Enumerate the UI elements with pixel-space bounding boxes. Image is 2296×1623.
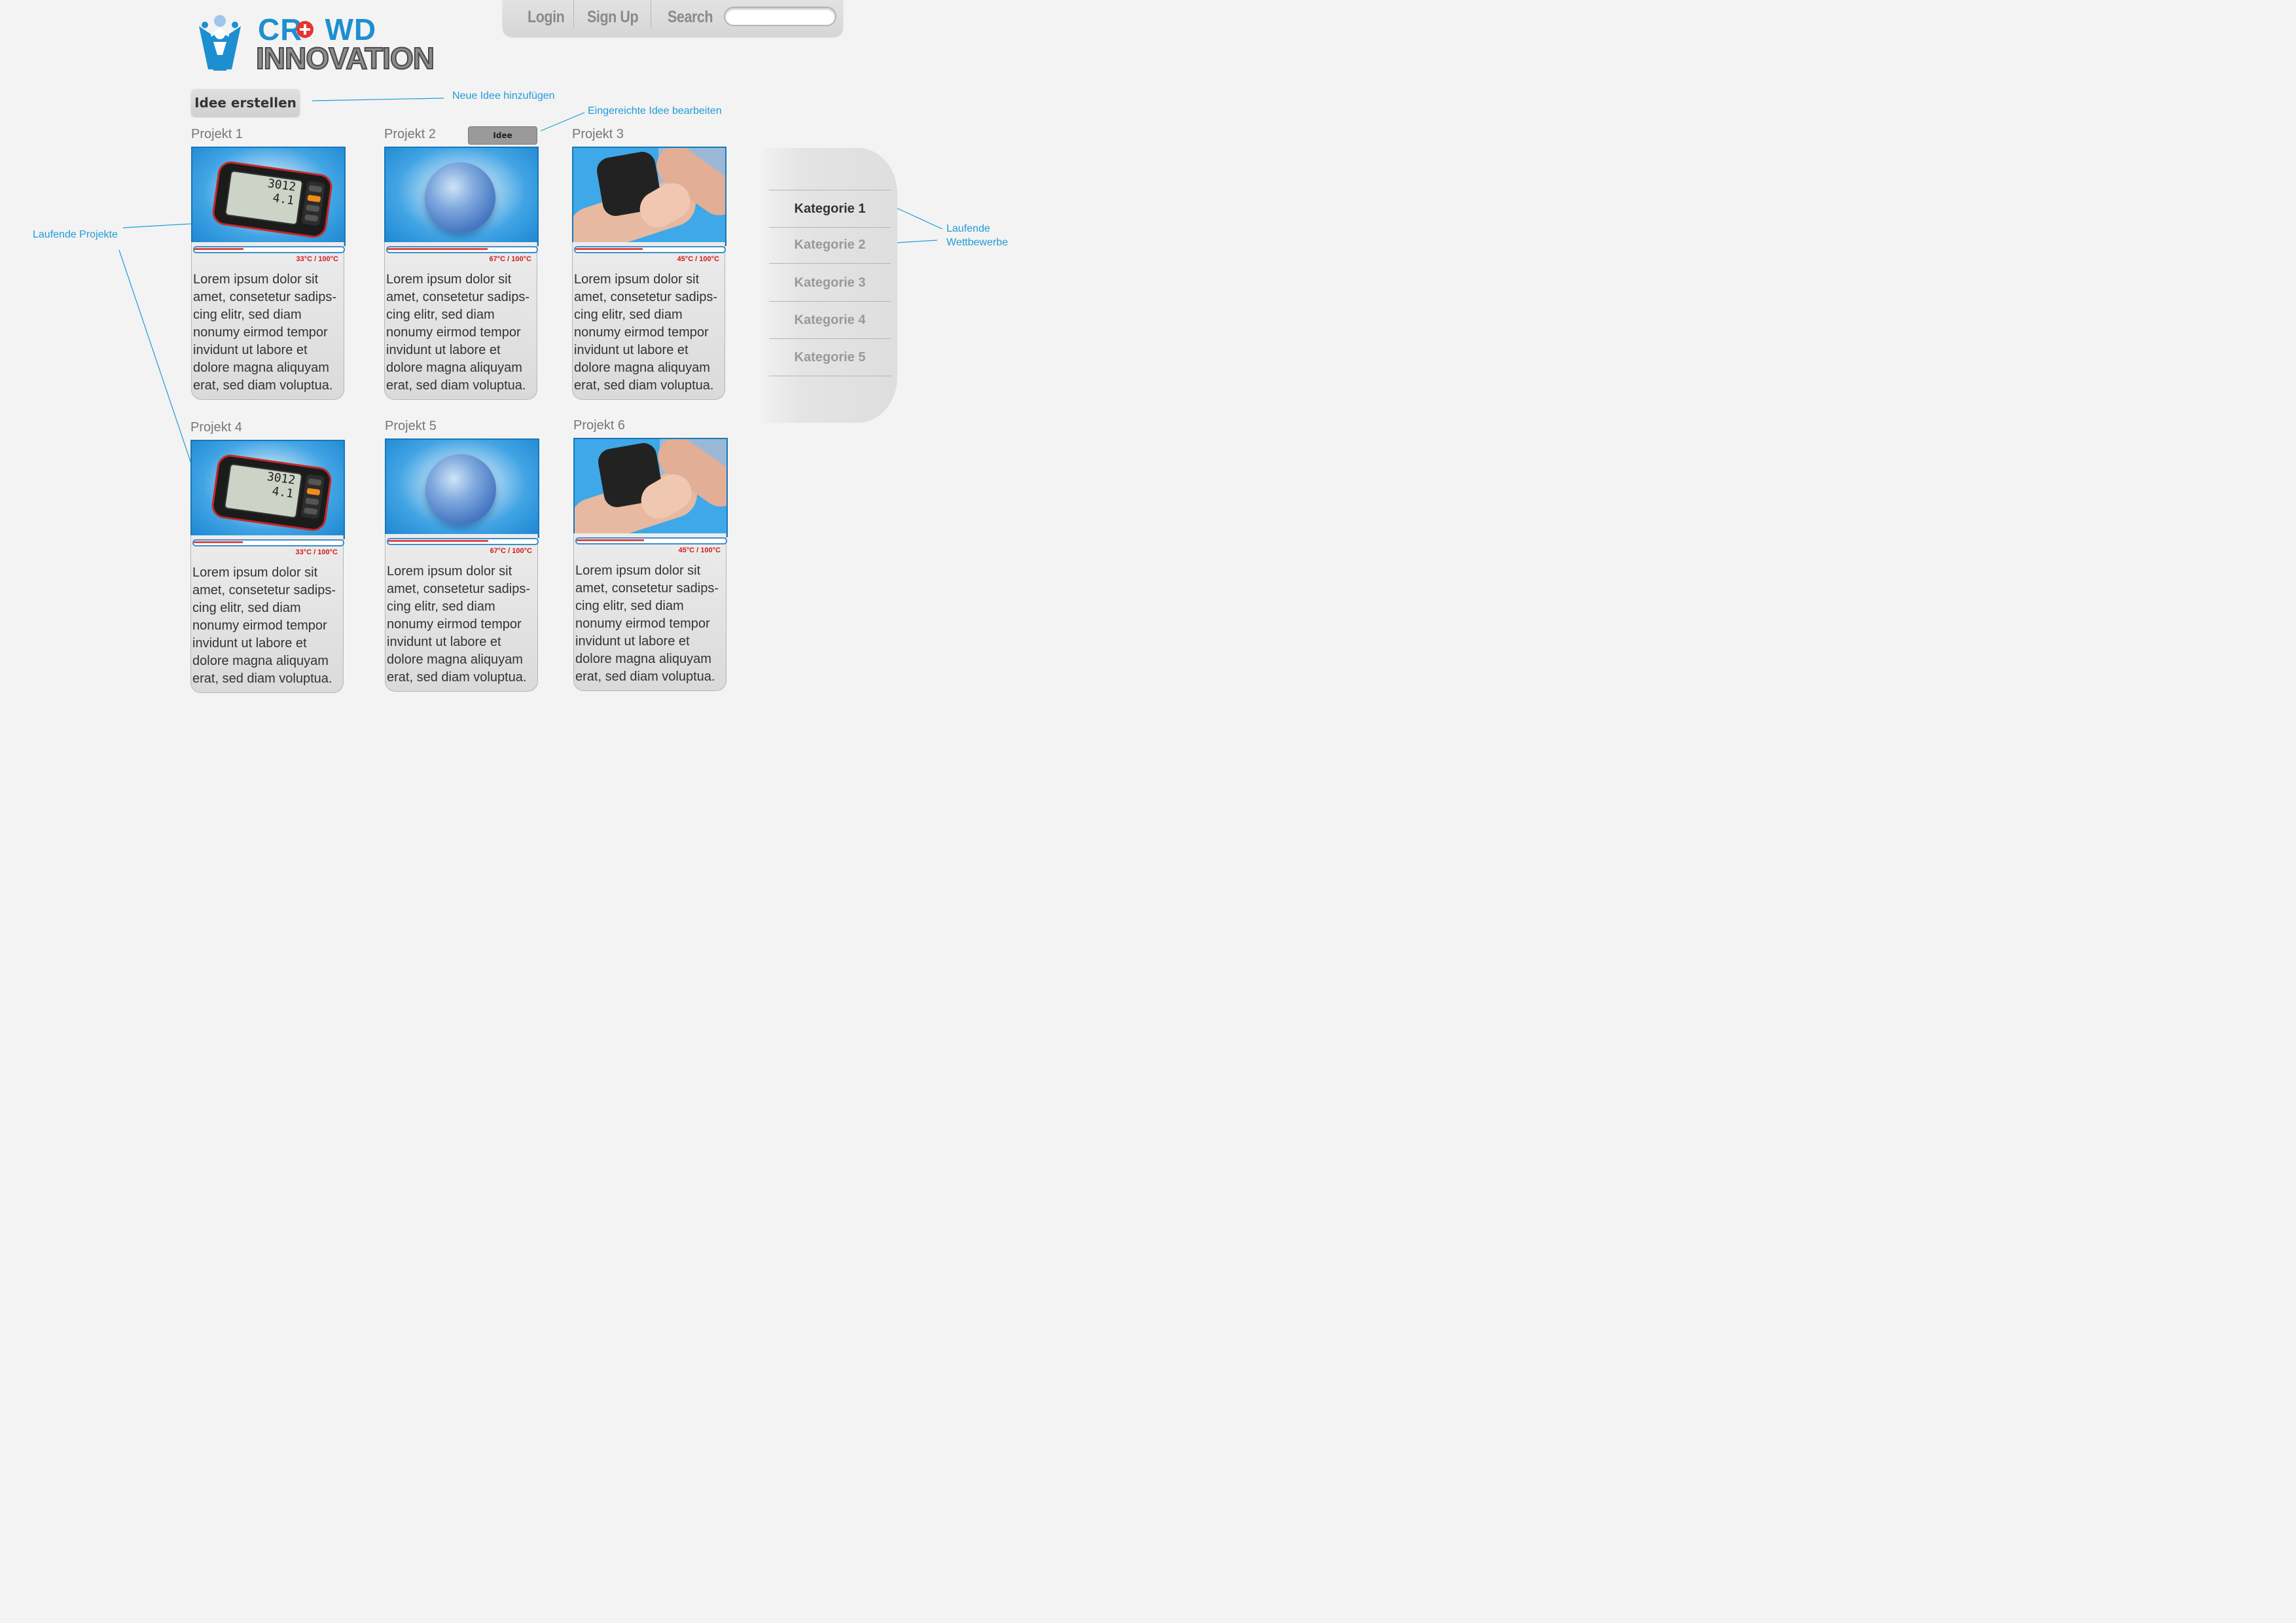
logo-icon: [199, 15, 241, 71]
project-description: Lorem ipsum dolor sit amet, consetetur s…: [387, 564, 530, 685]
project-title[interactable]: Projekt 4: [190, 420, 242, 435]
annotation-edit-submitted: Eingereichte Idee bearbeiten: [588, 105, 722, 116]
pedometer-buttons: [301, 181, 326, 226]
progress-fill: [194, 248, 244, 250]
progress-label: 45°C / 100°C: [677, 255, 719, 263]
progress-fill: [577, 539, 644, 541]
progress-bar: [193, 246, 345, 253]
category-item-5[interactable]: Kategorie 5: [769, 339, 891, 376]
progress-bar: [574, 246, 726, 253]
create-idea-button[interactable]: Idee erstellen: [191, 89, 300, 116]
progress-bar: [575, 537, 727, 544]
search-label: Search: [668, 8, 713, 26]
search-input[interactable]: [724, 7, 836, 26]
project-title[interactable]: Projekt 6: [573, 418, 625, 433]
project-description: Lorem ipsum dolor sit amet, consetetur s…: [192, 565, 336, 686]
project-body: 33°C / 100°C Lorem ipsum dolor sit amet, …: [190, 535, 344, 693]
annotation-running-projects: Laufende Projekte: [33, 229, 118, 240]
progress-label: 45°C / 100°C: [678, 546, 721, 554]
project-title[interactable]: Projekt 2: [384, 127, 436, 142]
project-image[interactable]: [384, 147, 539, 246]
progress-bar: [386, 246, 538, 253]
pedometer-image: 3012 4.1: [210, 453, 333, 533]
pedometer-image: 3012 4.1: [211, 160, 334, 240]
project-body: 45°C / 100°C Lorem ipsum dolor sit amet, …: [572, 242, 726, 400]
login-link[interactable]: Login: [528, 5, 565, 29]
project-image[interactable]: [385, 438, 539, 538]
project-image[interactable]: 3012 4.1: [191, 147, 346, 246]
project-body: 67°C / 100°C Lorem ipsum dolor sit amet, …: [385, 534, 539, 692]
exercise-ball-image: [425, 162, 495, 233]
project-description: Lorem ipsum dolor sit amet, consetetur s…: [575, 563, 719, 684]
progress-label: 67°C / 100°C: [489, 255, 531, 263]
project-image[interactable]: [572, 147, 726, 246]
medical-cross-icon: [296, 21, 314, 38]
progress-bar: [387, 538, 539, 545]
project-title[interactable]: Projekt 5: [385, 419, 437, 434]
pedometer-screen: 3012 4.1: [223, 463, 303, 519]
project-image[interactable]: 3012 4.1: [190, 440, 345, 539]
project-description: Lorem ipsum dolor sit amet, consetetur s…: [386, 272, 529, 393]
project-title[interactable]: Projekt 1: [191, 127, 243, 142]
category-item-4[interactable]: Kategorie 4: [769, 302, 891, 339]
progress-fill: [575, 248, 643, 250]
progress-label: 33°C / 100°C: [296, 255, 338, 263]
category-item-1[interactable]: Kategorie 1: [769, 190, 891, 228]
annotation-new-idea: Neue Idee hinzufügen: [452, 90, 555, 101]
project-image[interactable]: [573, 438, 728, 537]
exercise-ball-image: [425, 454, 496, 525]
category-item-2[interactable]: Kategorie 2: [769, 226, 891, 264]
progress-bar: [192, 539, 344, 546]
pedometer-screen: 3012 4.1: [224, 169, 304, 226]
category-item-3[interactable]: Kategorie 3: [769, 264, 891, 302]
annotation-running-competitions-line2: Wettbewerbe: [946, 237, 1008, 248]
pedometer-buttons: [300, 474, 325, 520]
top-nav-bar: Login Sign Up Search: [503, 0, 843, 37]
project-body: 67°C / 100°C Lorem ipsum dolor sit amet, …: [384, 242, 538, 400]
project-body: 33°C / 100°C Lorem ipsum dolor sit amet, …: [191, 242, 345, 400]
signup-link[interactable]: Sign Up: [587, 5, 639, 29]
progress-label: 33°C / 100°C: [295, 548, 338, 556]
progress-label: 67°C / 100°C: [490, 547, 532, 555]
progress-fill: [388, 540, 488, 542]
progress-fill: [387, 248, 488, 250]
knee-brace-image: [573, 148, 725, 245]
nav-divider: [573, 0, 574, 29]
annotation-running-competitions-line1: Laufende: [946, 223, 990, 234]
edit-idea-button[interactable]: Idee bearbeiten: [468, 126, 537, 157]
project-description: Lorem ipsum dolor sit amet, consetetur s…: [574, 272, 717, 393]
project-title[interactable]: Projekt 3: [572, 127, 624, 142]
project-body: 45°C / 100°C Lorem ipsum dolor sit amet, …: [573, 533, 727, 691]
knee-brace-image: [575, 439, 726, 536]
progress-fill: [194, 541, 243, 543]
project-description: Lorem ipsum dolor sit amet, consetetur s…: [193, 272, 336, 393]
logo-wordmark-bottom: INNOVATION: [255, 41, 435, 76]
